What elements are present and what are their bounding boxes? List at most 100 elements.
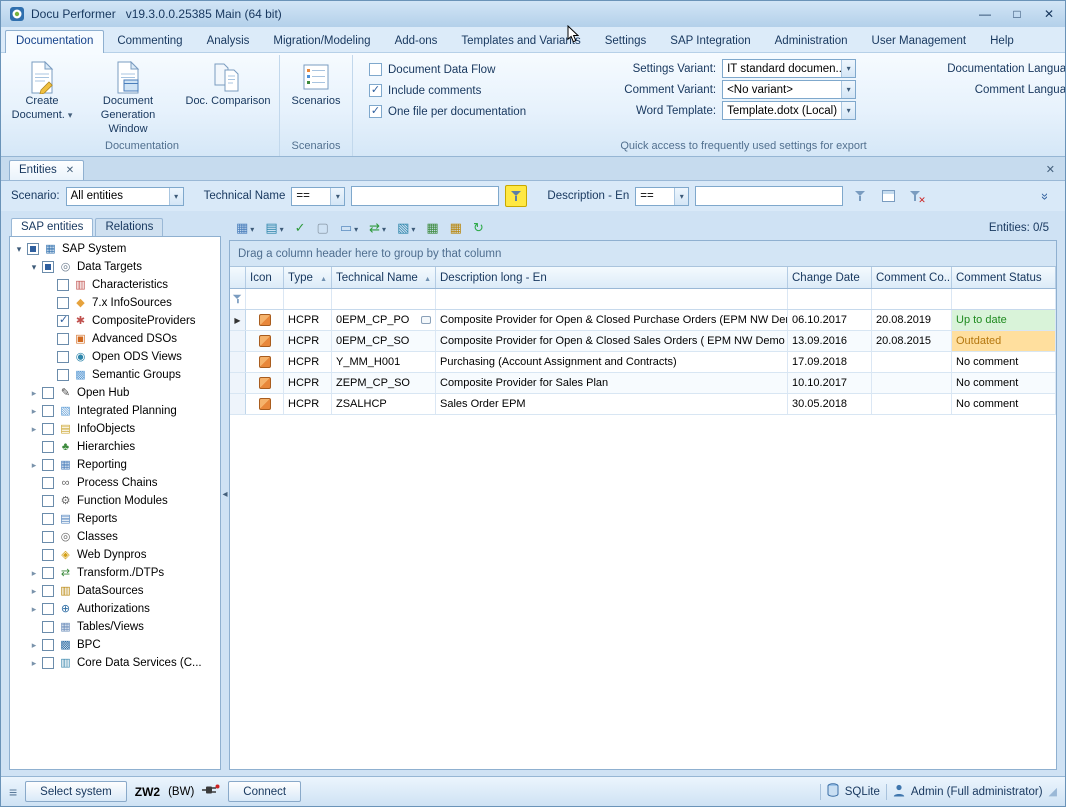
ribbon-tab[interactable]: Analysis bbox=[196, 30, 261, 52]
ribbon-tab[interactable]: Commenting bbox=[106, 30, 193, 52]
filter-cell[interactable] bbox=[788, 289, 872, 309]
column-header[interactable]: Comment Co... bbox=[872, 267, 952, 288]
column-header[interactable]: Technical Name bbox=[332, 267, 436, 288]
column-header[interactable]: Change Date bbox=[788, 267, 872, 288]
tree-checkbox[interactable] bbox=[57, 351, 69, 363]
tree-item[interactable]: ▦ SAP System bbox=[10, 240, 220, 258]
auto-filter-row[interactable] bbox=[230, 289, 1056, 310]
tree-checkbox[interactable] bbox=[42, 441, 54, 453]
tree-expander-icon[interactable] bbox=[28, 388, 40, 399]
tree-expander-icon[interactable] bbox=[28, 424, 40, 435]
tree-checkbox[interactable] bbox=[42, 567, 54, 579]
tree-checkbox[interactable] bbox=[57, 369, 69, 381]
tree-checkbox[interactable] bbox=[42, 585, 54, 597]
tree-item[interactable]: ▤ InfoObjects bbox=[10, 420, 220, 438]
sidebar-collapse-splitter[interactable] bbox=[221, 215, 229, 770]
doc-comparison-button[interactable]: Doc. Comparison bbox=[181, 57, 275, 111]
ribbon-checkbox[interactable]: Document Data Flow bbox=[369, 59, 526, 80]
column-header[interactable]: Description long - En bbox=[436, 267, 788, 288]
ribbon-tab[interactable]: Help bbox=[979, 30, 1025, 52]
variant-combo[interactable]: <No variant> bbox=[722, 80, 856, 99]
combo-arrow-icon[interactable] bbox=[841, 81, 855, 98]
generate-document-button[interactable]: ▤ bbox=[262, 218, 286, 238]
document-generation-window-button[interactable]: Document Generation Window bbox=[77, 57, 179, 138]
tree-item[interactable]: ◉ Open ODS Views bbox=[10, 348, 220, 366]
clear-filter-button[interactable] bbox=[905, 185, 927, 207]
table-row[interactable]: HCPR ZSALHCP Sales Order EPM 30.05.2018 … bbox=[230, 394, 1056, 415]
tree-item[interactable]: ◎ Data Targets bbox=[10, 258, 220, 276]
tree-expander-icon[interactable] bbox=[13, 244, 25, 255]
tree-item[interactable]: ✱ CompositeProviders bbox=[10, 312, 220, 330]
tree-expander-icon[interactable] bbox=[28, 406, 40, 417]
variant-combo[interactable]: IT standard documen... bbox=[722, 59, 856, 78]
tree-checkbox[interactable] bbox=[42, 603, 54, 615]
tree-expander-icon[interactable] bbox=[28, 658, 40, 669]
tree-expander-icon[interactable] bbox=[28, 568, 40, 579]
combo-arrow-icon[interactable] bbox=[169, 188, 183, 205]
tree-item[interactable]: ▩ BPC bbox=[10, 636, 220, 654]
table-row[interactable]: HCPR ZEPM_CP_SO Composite Provider for S… bbox=[230, 373, 1056, 394]
group-by-panel[interactable]: Drag a column header here to group by th… bbox=[230, 241, 1056, 267]
tree-item[interactable]: ♣ Hierarchies bbox=[10, 438, 220, 456]
tree-checkbox[interactable] bbox=[57, 333, 69, 345]
tree-checkbox[interactable] bbox=[42, 387, 54, 399]
scenarios-button[interactable]: Scenarios bbox=[284, 57, 348, 111]
tree-checkbox[interactable] bbox=[42, 657, 54, 669]
apply-filter-button[interactable] bbox=[505, 185, 527, 207]
insert-table-button[interactable]: ▦ bbox=[423, 218, 441, 238]
approve-comments-button[interactable]: ✓ bbox=[292, 218, 309, 238]
tree-item[interactable]: ✎ Open Hub bbox=[10, 384, 220, 402]
tree-item[interactable]: ▦ Tables/Views bbox=[10, 618, 220, 636]
export-button[interactable]: ▧ bbox=[394, 218, 418, 238]
filter-cell[interactable] bbox=[332, 289, 436, 309]
tab-close-icon[interactable] bbox=[66, 164, 74, 176]
filter-cell[interactable] bbox=[436, 289, 788, 309]
table-row[interactable]: HCPR Y_MM_H001 Purchasing (Account Assig… bbox=[230, 352, 1056, 373]
tree-item[interactable]: ∞ Process Chains bbox=[10, 474, 220, 492]
tree-item[interactable]: ▣ Advanced DSOs bbox=[10, 330, 220, 348]
description-filter-input[interactable] bbox=[695, 186, 843, 206]
tree-checkbox[interactable] bbox=[42, 405, 54, 417]
tree-checkbox[interactable] bbox=[42, 423, 54, 435]
tree-item[interactable]: ▥ Characteristics bbox=[10, 276, 220, 294]
ribbon-tab[interactable]: Administration bbox=[764, 30, 859, 52]
maximize-button[interactable]: □ bbox=[1009, 7, 1025, 21]
column-header[interactable]: Type bbox=[284, 267, 332, 288]
tree-item[interactable]: ▦ Reporting bbox=[10, 456, 220, 474]
filter-cell[interactable] bbox=[246, 289, 284, 309]
filter-cell[interactable] bbox=[284, 289, 332, 309]
tree-item[interactable]: ▥ Core Data Services (C... bbox=[10, 654, 220, 672]
technical-name-filter-input[interactable] bbox=[351, 186, 499, 206]
tree-checkbox[interactable] bbox=[57, 297, 69, 309]
table-settings-button[interactable]: ▦ bbox=[447, 218, 465, 238]
filter-cell[interactable] bbox=[952, 289, 1056, 309]
tree-item[interactable]: ⊕ Authorizations bbox=[10, 600, 220, 618]
combo-arrow-icon[interactable] bbox=[674, 188, 688, 205]
tree-checkbox[interactable] bbox=[27, 243, 39, 255]
tree-item[interactable]: ⇄ Transform./DTPs bbox=[10, 564, 220, 582]
create-document-button[interactable]: Create Document. bbox=[9, 57, 75, 125]
table-row[interactable]: HCPR 0EPM_CP_SO Composite Provider for O… bbox=[230, 331, 1056, 352]
tree-checkbox[interactable] bbox=[42, 261, 54, 273]
tree-checkbox[interactable] bbox=[57, 279, 69, 291]
tree-expander-icon[interactable] bbox=[28, 586, 40, 597]
combo-arrow-icon[interactable] bbox=[330, 188, 344, 205]
technical-operator-combo[interactable]: == bbox=[291, 187, 345, 206]
tree-checkbox[interactable] bbox=[42, 513, 54, 525]
tree-checkbox[interactable] bbox=[42, 549, 54, 561]
filter-cell[interactable] bbox=[872, 289, 952, 309]
ribbon-tab[interactable]: SAP Integration bbox=[659, 30, 761, 52]
comment-button[interactable]: ▭ bbox=[337, 218, 361, 238]
tree-item[interactable]: ▤ Reports bbox=[10, 510, 220, 528]
resize-grip[interactable] bbox=[1049, 785, 1057, 798]
ribbon-checkbox[interactable]: One file per documentation bbox=[369, 101, 526, 122]
filter-editor-button[interactable] bbox=[877, 185, 899, 207]
tree-checkbox[interactable] bbox=[42, 639, 54, 651]
show-documentation-button[interactable]: ▦ bbox=[233, 218, 257, 238]
description-operator-combo[interactable]: == bbox=[635, 187, 689, 206]
tree-checkbox[interactable] bbox=[42, 495, 54, 507]
column-header[interactable]: Icon bbox=[246, 267, 284, 288]
minimize-button[interactable]: — bbox=[977, 7, 993, 21]
table-row[interactable]: HCPR 0EPM_CP_PO Composite Provider for O… bbox=[230, 310, 1056, 331]
combo-arrow-icon[interactable] bbox=[841, 102, 855, 119]
